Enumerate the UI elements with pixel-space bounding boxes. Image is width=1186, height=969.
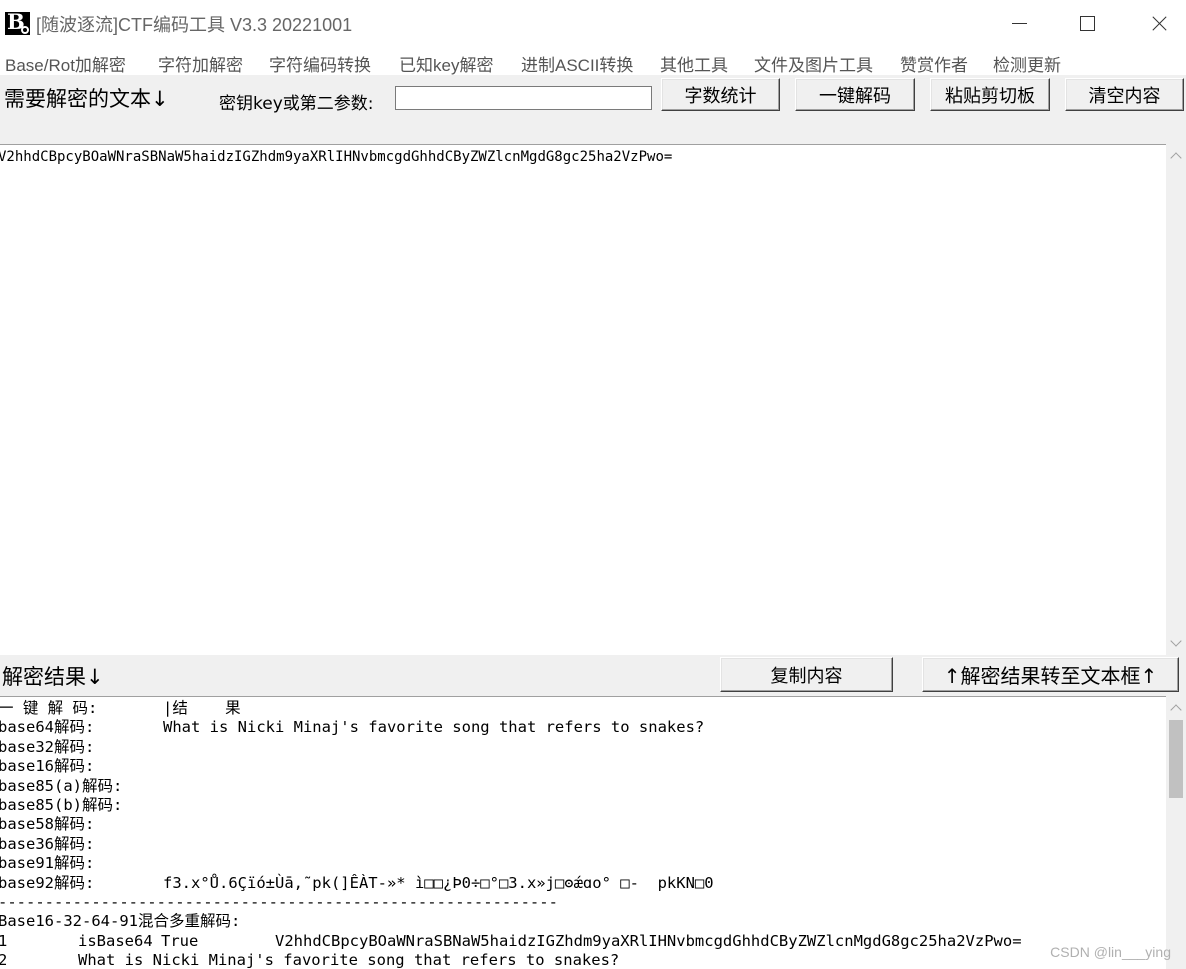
copy-content-button[interactable]: 复制内容 — [720, 657, 893, 692]
menu-donate[interactable]: 赞赏作者 — [900, 51, 968, 76]
menu-bar: Base/Rot加解密 字符加解密 字符编码转换 已知key解密 进制ASCII… — [0, 47, 1186, 75]
row-method: base91解码: — [0, 854, 95, 873]
scrollbar-thumb[interactable] — [1169, 720, 1183, 798]
mixed-row: 1 isBase64 True V2hhdCBpcyBOaWNraSBNaW5haid… — [0, 932, 1166, 951]
row-method: base16解码: — [0, 757, 95, 776]
menu-other-tools[interactable]: 其他工具 — [660, 51, 728, 76]
output-header: 一 键 解 码: |结 果 — [0, 699, 1166, 718]
menu-check-update[interactable]: 检测更新 — [993, 51, 1061, 76]
watermark: CSDN @lin___ying — [1050, 944, 1171, 960]
output-row: base16解码: — [0, 757, 1166, 776]
mixed-flag: True — [161, 931, 199, 950]
input-scrollbar[interactable] — [1166, 144, 1186, 655]
input-label: 需要解密的文本↓ — [4, 87, 169, 111]
row-method: base92解码: — [0, 873, 95, 892]
menu-char-encrypt[interactable]: 字符加解密 — [158, 51, 243, 76]
maximize-icon[interactable] — [1052, 0, 1120, 47]
scroll-up-icon[interactable] — [1170, 152, 1182, 164]
clear-content-button[interactable]: 清空内容 — [1065, 78, 1184, 111]
output-row: base92解码: f3.x°Ů.6Çïó±Ùā,˜pk(]ÊÀT-»* ì□□¿… — [0, 874, 1166, 893]
menu-file-image-tools[interactable]: 文件及图片工具 — [754, 51, 873, 76]
row-method: base32解码: — [0, 737, 95, 756]
window-title: [随波逐流]CTF编码工具 V3.3 20221001 — [36, 15, 353, 35]
char-count-button[interactable]: 字数统计 — [661, 78, 780, 111]
row-method: base36解码: — [0, 834, 95, 853]
menu-radix-ascii[interactable]: 进制ASCII转换 — [521, 51, 633, 76]
menu-base-rot[interactable]: Base/Rot加解密 — [5, 51, 126, 76]
mixed-row: 2 What is Nicki Minaj's favorite song tha… — [0, 951, 1166, 969]
app-logo-icon: B — [5, 9, 30, 35]
output-textarea[interactable]: 一 键 解 码: |结 果 base64解码: What is Nicki Mina… — [0, 696, 1166, 969]
output-row: base91解码: — [0, 854, 1166, 873]
mixed-method: What is Nicki Minaj's favorite song that… — [78, 951, 620, 969]
mixed-index: 1 — [0, 932, 7, 950]
output-row: base32解码: — [0, 738, 1166, 757]
key-input[interactable] — [395, 86, 652, 110]
row-method: base64解码: — [0, 718, 95, 737]
close-icon[interactable] — [1120, 0, 1186, 47]
header-method: 一 键 解 码: — [0, 699, 98, 717]
paste-clipboard-button[interactable]: 粘贴剪切板 — [930, 78, 1050, 111]
title-bar: B [随波逐流]CTF编码工具 V3.3 20221001 — [0, 0, 1186, 47]
output-row: base85(b)解码: — [0, 796, 1166, 815]
key-label: 密钥key或第二参数: — [219, 94, 374, 114]
result-label: 解密结果↓ — [2, 665, 104, 689]
row-value: f3.x°Ů.6Çïó±Ùā,˜pk(]ÊÀT-»* ì□□¿Þ0÷□°□3.x… — [163, 873, 714, 892]
mixed-decode-label: Base16-32-64-91混合多重解码: — [0, 912, 241, 931]
mixed-method: isBase64 — [78, 931, 153, 950]
row-method: base85(a)解码: — [0, 776, 123, 795]
output-row: base64解码: What is Nicki Minaj's favorite … — [0, 718, 1166, 737]
one-click-decode-button[interactable]: 一键解码 — [795, 78, 915, 111]
mixed-value: V2hhdCBpcyBOaWNraSBNaW5haidzIGZhdm9yaXRl… — [275, 931, 1022, 950]
menu-known-key[interactable]: 已知key解密 — [399, 51, 493, 76]
scroll-up-icon[interactable] — [1170, 704, 1182, 716]
input-textarea[interactable]: V2hhdCBpcyBOaWNraSBNaW5haidzIGZhdm9yaXRl… — [0, 144, 1166, 655]
row-method: base58解码: — [0, 815, 95, 834]
output-row: base58解码: — [0, 815, 1166, 834]
output-scrollbar[interactable] — [1166, 696, 1186, 969]
mixed-index: 2 — [0, 951, 7, 969]
row-method: base85(b)解码: — [0, 795, 123, 814]
output-row: base85(a)解码: — [0, 777, 1166, 796]
transfer-result-button[interactable]: ↑解密结果转至文本框↑ — [922, 657, 1179, 692]
header-result: |结 果 — [163, 699, 241, 717]
scroll-down-icon[interactable] — [1170, 635, 1182, 647]
menu-char-encoding[interactable]: 字符编码转换 — [269, 51, 371, 76]
minimize-icon[interactable] — [984, 0, 1052, 47]
row-value: What is Nicki Minaj's favorite song that… — [163, 718, 705, 737]
output-row: base36解码: — [0, 835, 1166, 854]
output-divider: ----------------------------------------… — [0, 892, 558, 911]
